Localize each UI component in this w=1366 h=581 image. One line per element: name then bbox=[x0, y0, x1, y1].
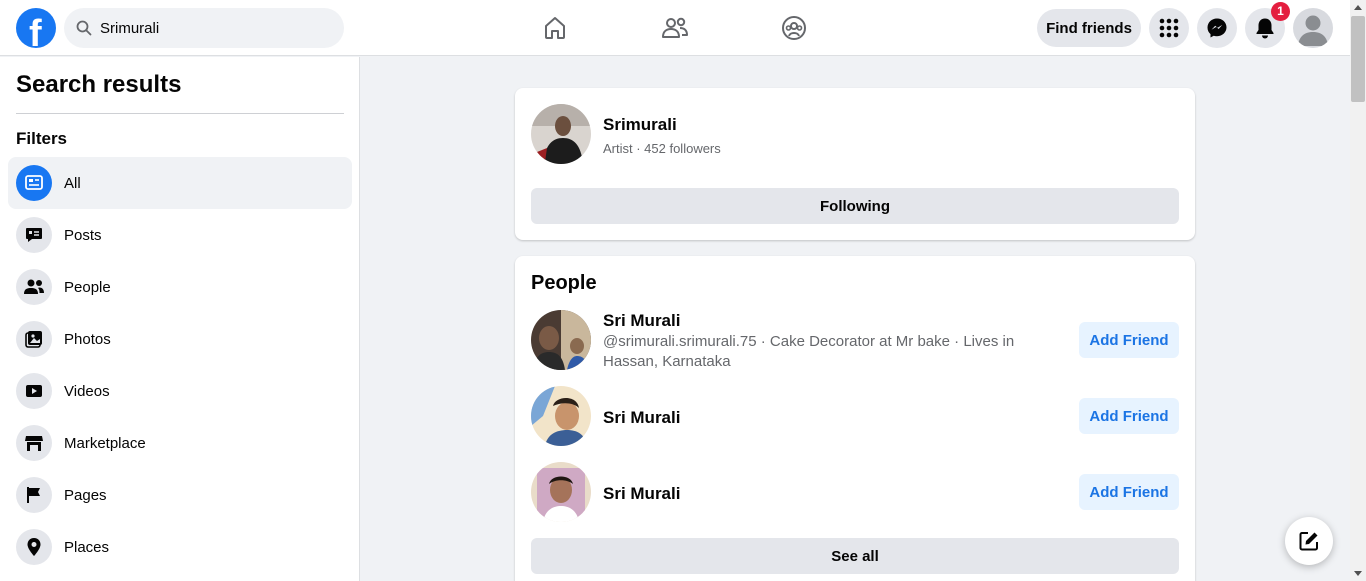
filter-marketplace[interactable]: Marketplace bbox=[8, 417, 352, 469]
person-2-avatar[interactable] bbox=[531, 386, 591, 446]
places-icon bbox=[16, 529, 52, 565]
scroll-down-arrow-icon[interactable] bbox=[1354, 571, 1362, 576]
marketplace-icon bbox=[16, 425, 52, 461]
groups-nav-button[interactable] bbox=[774, 8, 814, 48]
page-result-card: Srimurali Artist · 452 followers Followi… bbox=[515, 88, 1195, 240]
top-navigation-bar: f Find friends 1 bbox=[0, 0, 1350, 56]
see-all-people-button[interactable]: See all bbox=[531, 538, 1179, 574]
bell-icon bbox=[1256, 18, 1274, 39]
home-icon bbox=[545, 17, 565, 39]
filter-marketplace-label: Marketplace bbox=[64, 434, 146, 452]
filter-places-label: Places bbox=[64, 538, 110, 556]
scroll-up-arrow-icon[interactable] bbox=[1354, 5, 1362, 10]
person-2-add-friend-button[interactable]: Add Friend bbox=[1079, 398, 1179, 434]
account-avatar-button[interactable] bbox=[1293, 8, 1333, 48]
following-button[interactable]: Following bbox=[531, 188, 1179, 224]
filter-pages[interactable]: Pages bbox=[8, 469, 352, 521]
feed-icon bbox=[16, 165, 52, 201]
friends-icon bbox=[662, 17, 688, 38]
photos-icon bbox=[16, 321, 52, 357]
person-1-add-friend-button[interactable]: Add Friend bbox=[1079, 322, 1179, 358]
sidebar-divider bbox=[16, 113, 344, 114]
menu-button[interactable] bbox=[1149, 8, 1189, 48]
notification-badge: 1 bbox=[1271, 2, 1290, 21]
find-friends-button[interactable]: Find friends bbox=[1037, 9, 1141, 47]
messenger-button[interactable] bbox=[1197, 8, 1237, 48]
filter-people-label: People bbox=[64, 278, 111, 296]
sidebar-title: Search results bbox=[16, 71, 182, 98]
page-subtitle: Artist · 452 followers bbox=[603, 141, 721, 156]
filter-videos[interactable]: Videos bbox=[8, 365, 352, 417]
filter-places[interactable]: Places bbox=[8, 521, 352, 573]
person-1-name[interactable]: Sri Murali bbox=[603, 311, 680, 331]
default-avatar-icon bbox=[1298, 15, 1328, 46]
search-box[interactable] bbox=[64, 8, 344, 48]
page-profile-picture[interactable] bbox=[531, 104, 591, 164]
person-1-avatar[interactable] bbox=[531, 310, 591, 370]
person-2-name[interactable]: Sri Murali bbox=[603, 408, 680, 428]
groups-icon bbox=[782, 16, 806, 40]
facebook-logo[interactable]: f bbox=[16, 8, 56, 48]
pages-icon bbox=[16, 477, 52, 513]
compose-icon bbox=[1299, 532, 1318, 551]
messenger-icon bbox=[1207, 18, 1227, 38]
search-input[interactable] bbox=[100, 8, 330, 48]
grid-menu-icon bbox=[1159, 18, 1179, 38]
person-3-add-friend-button[interactable]: Add Friend bbox=[1079, 474, 1179, 510]
filter-videos-label: Videos bbox=[64, 382, 110, 400]
filter-photos-label: Photos bbox=[64, 330, 111, 348]
filter-posts-label: Posts bbox=[64, 226, 102, 244]
posts-icon bbox=[16, 217, 52, 253]
person-1-detail: @srimurali.srimurali.75 · Cake Decorator… bbox=[603, 333, 1015, 370]
page-name[interactable]: Srimurali bbox=[603, 115, 677, 135]
search-icon bbox=[76, 20, 92, 36]
filter-all-label: All bbox=[64, 174, 81, 192]
videos-icon bbox=[16, 373, 52, 409]
home-nav-button[interactable] bbox=[535, 8, 575, 48]
people-section-title: People bbox=[531, 272, 597, 294]
filters-heading: Filters bbox=[16, 129, 68, 148]
new-message-button[interactable] bbox=[1285, 517, 1333, 565]
filter-posts[interactable]: Posts bbox=[8, 209, 352, 261]
filter-pages-label: Pages bbox=[64, 486, 107, 504]
people-icon bbox=[16, 269, 52, 305]
filter-people[interactable]: People bbox=[8, 261, 352, 313]
scrollbar-thumb[interactable] bbox=[1351, 16, 1365, 102]
filter-photos[interactable]: Photos bbox=[8, 313, 352, 365]
friends-nav-button[interactable] bbox=[655, 8, 695, 48]
people-results-card: People Sri Murali @srimurali.srimurali.7… bbox=[515, 256, 1195, 581]
filter-all[interactable]: All bbox=[8, 157, 352, 209]
facebook-logo-letter: f bbox=[29, 13, 42, 48]
person-3-avatar[interactable] bbox=[531, 462, 591, 522]
search-sidebar: Search results Filters All Posts People … bbox=[0, 57, 360, 581]
person-3-name[interactable]: Sri Murali bbox=[603, 484, 680, 504]
